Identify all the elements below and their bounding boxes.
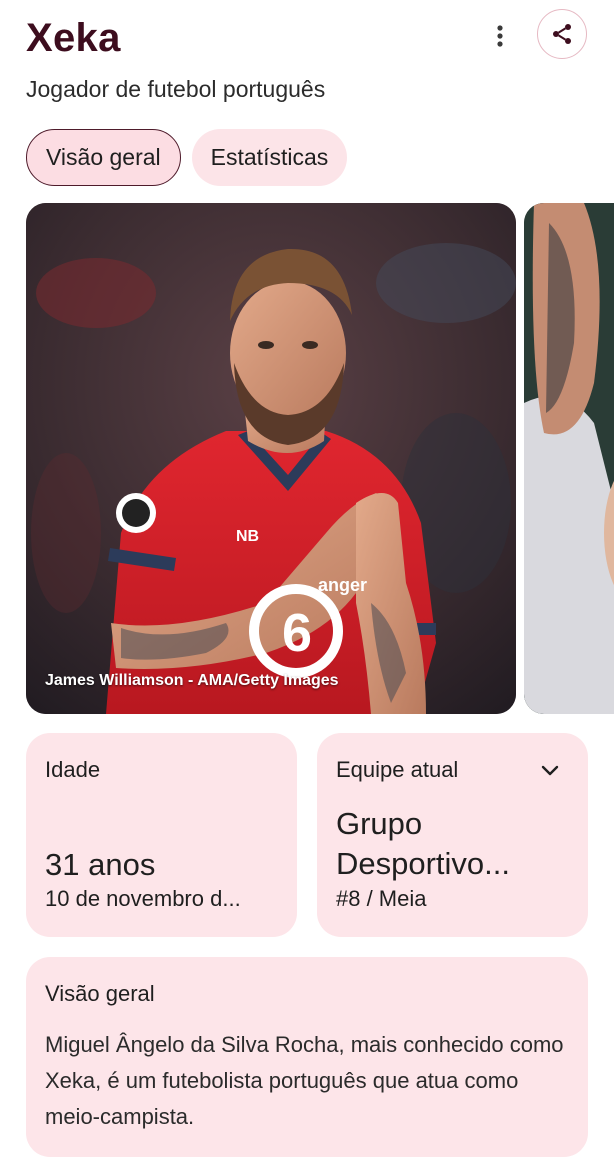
age-value: 31 anos [45, 847, 156, 882]
page-title: Xeka [26, 16, 121, 60]
player-photo[interactable]: NB anger 6 James Williamson - AMA/Getty … [26, 203, 516, 714]
current-team-card[interactable]: Equipe atual Grupo Desportivo... #8 / Me… [317, 733, 588, 937]
image-gallery[interactable]: NB anger 6 James Williamson - AMA/Getty … [26, 203, 614, 714]
tab-overview[interactable]: Visão geral [26, 129, 181, 186]
team-name-line1: Grupo [336, 806, 423, 841]
entity-subtitle: Jogador de futebol português [26, 76, 326, 102]
tab-bar: Visão geral Estatísticas [26, 129, 348, 186]
age-card[interactable]: Idade 31 anos 10 de novembro d... [26, 733, 297, 937]
header: Xeka [26, 9, 614, 64]
player-photo-illustration: NB anger 6 [26, 203, 516, 714]
svg-text:NB: NB [236, 528, 259, 545]
jersey-number: 6 [282, 603, 312, 663]
birth-date: 10 de novembro d... [45, 886, 241, 911]
overview-description: Miguel Ângelo da Silva Rocha, mais conhe… [45, 1032, 564, 1129]
overview-title: Visão geral [45, 981, 155, 1006]
tab-statistics[interactable]: Estatísticas [191, 129, 348, 186]
secondary-photo[interactable] [524, 203, 614, 714]
secondary-photo-illustration [524, 203, 614, 714]
share-button[interactable] [537, 9, 587, 59]
photo-credit: James Williamson - AMA/Getty Images [45, 672, 339, 689]
jersey-sponsor: anger [318, 575, 367, 595]
chevron-down-icon[interactable] [538, 758, 562, 782]
jersey-position: #8 / Meia [336, 886, 427, 911]
more-vert-icon [497, 25, 503, 47]
share-icon [553, 24, 571, 44]
more-options-button[interactable] [484, 20, 516, 52]
age-label: Idade [45, 757, 101, 782]
overview-card: Visão geral Miguel Ângelo da Silva Rocha… [26, 957, 588, 1157]
team-name-line2: Desportivo... [336, 846, 511, 881]
current-team-label: Equipe atual [336, 757, 459, 782]
